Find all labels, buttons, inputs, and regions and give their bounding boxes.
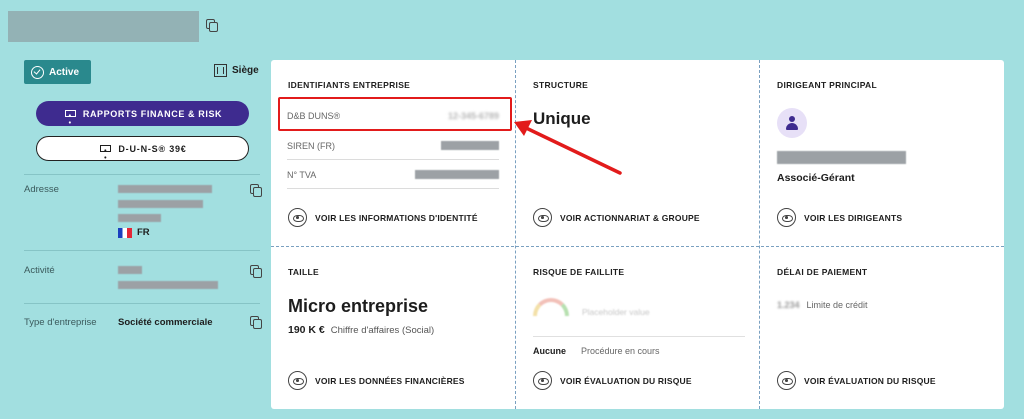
view-directors-link[interactable]: VOIR LES DIRIGEANTS [777, 208, 902, 227]
procedure-label: Procédure en cours [581, 346, 660, 356]
country-label: FR [137, 227, 150, 238]
view-risk-label: VOIR ÉVALUATION DU RISQUE [560, 375, 692, 386]
dirigeant-role: Associé-Gérant [777, 172, 855, 184]
taille-title: TAILLE [288, 267, 319, 277]
type-entreprise-value: Société commerciale [118, 317, 213, 328]
siren-row: SIREN (FR) [287, 132, 499, 160]
duns-purchase-button[interactable]: D-U-N-S® 39€ [36, 136, 249, 162]
tva-value-redacted [415, 170, 499, 179]
risk-gauge [533, 298, 569, 316]
divider [271, 246, 1004, 247]
status-label: Active [49, 66, 80, 78]
company-name-redacted [8, 11, 199, 42]
credit-value: 1.234 [777, 300, 800, 310]
view-financial-data-link[interactable]: VOIR LES DONNÉES FINANCIÈRES [288, 371, 465, 390]
siege-indicator: Siège [214, 64, 259, 77]
tva-row: N° TVA [287, 161, 499, 189]
adresse-line-redacted [118, 200, 203, 208]
france-flag-icon [118, 227, 132, 238]
person-icon [786, 116, 798, 130]
eye-icon [777, 208, 796, 227]
building-icon [214, 64, 227, 77]
view-shareholding-label: VOIR ACTIONNARIAT & GROUPE [560, 212, 700, 223]
avatar [777, 108, 807, 138]
view-payment-risk-link[interactable]: VOIR ÉVALUATION DU RISQUE [777, 371, 936, 390]
cart-icon [63, 109, 76, 127]
view-risk-link[interactable]: VOIR ÉVALUATION DU RISQUE [533, 371, 692, 390]
view-financial-data-label: VOIR LES DONNÉES FINANCIÈRES [315, 375, 465, 386]
view-directors-label: VOIR LES DIRIGEANTS [804, 212, 903, 223]
taille-value: Micro entreprise [288, 296, 429, 316]
eye-icon [777, 371, 796, 390]
check-circle-icon [31, 65, 44, 79]
ca-value: 190 K € [288, 324, 325, 336]
view-shareholding-link[interactable]: VOIR ACTIONNARIAT & GROUPE [533, 208, 700, 227]
country: FR [118, 227, 150, 238]
siege-label: Siège [232, 65, 259, 76]
eye-icon [288, 208, 307, 227]
procedure: Aucune Procédure en cours [533, 346, 660, 356]
activite-code-redacted [118, 266, 142, 274]
dirigeant-title: DIRIGEANT PRINCIPAL [777, 80, 877, 90]
structure-title: STRUCTURE [533, 80, 589, 90]
view-identity-label: VOIR LES INFORMATIONS D'IDENTITÉ [315, 212, 478, 223]
divider [24, 303, 260, 304]
activite-label-redacted [118, 281, 218, 289]
chiffre-affaires: 190 K € Chiffre d'affaires (Social) [288, 324, 434, 336]
copy-icon[interactable] [250, 265, 262, 278]
ca-label: Chiffre d'affaires (Social) [330, 325, 435, 336]
view-payment-risk-label: VOIR ÉVALUATION DU RISQUE [804, 375, 936, 386]
divider [533, 336, 745, 337]
divider [24, 174, 260, 175]
adresse-label: Adresse [24, 184, 59, 195]
cart-icon [98, 144, 112, 162]
risque-title: RISQUE DE FAILLITE [533, 267, 625, 277]
copy-icon[interactable] [206, 19, 218, 32]
view-identity-link[interactable]: VOIR LES INFORMATIONS D'IDENTITÉ [288, 208, 478, 227]
procedure-value: Aucune [533, 346, 567, 356]
annotation-arrow-icon [514, 120, 622, 175]
copy-icon[interactable] [250, 184, 262, 197]
siren-value-redacted [441, 141, 499, 150]
paiement-title: DÉLAI DE PAIEMENT [777, 267, 868, 277]
siren-label: SIREN (FR) [287, 140, 335, 151]
copy-icon[interactable] [250, 316, 262, 329]
tva-label: N° TVA [287, 169, 317, 180]
activite-label: Activité [24, 265, 55, 276]
divider [24, 250, 260, 251]
adresse-line-redacted [118, 214, 161, 222]
duns-purchase-label: D-U-N-S® 39€ [118, 143, 187, 154]
identifiants-title: IDENTIFIANTS ENTREPRISE [288, 80, 411, 90]
status-badge: Active [24, 60, 91, 84]
credit-label: Limite de crédit [806, 300, 868, 310]
credit-limit: 1.234 Limite de crédit [777, 300, 868, 310]
finance-risk-reports-label: RAPPORTS FINANCE & RISK [82, 108, 223, 119]
divider [759, 60, 760, 409]
eye-icon [533, 208, 552, 227]
risk-gauge-value: Placeholder value [582, 307, 650, 317]
eye-icon [533, 371, 552, 390]
eye-icon [288, 371, 307, 390]
dirigeant-name-redacted [777, 151, 906, 164]
adresse-line-redacted [118, 185, 212, 193]
duns-highlight-box [278, 97, 512, 131]
finance-risk-reports-button[interactable]: RAPPORTS FINANCE & RISK [36, 101, 249, 127]
type-entreprise-label: Type d'entreprise [24, 317, 97, 328]
